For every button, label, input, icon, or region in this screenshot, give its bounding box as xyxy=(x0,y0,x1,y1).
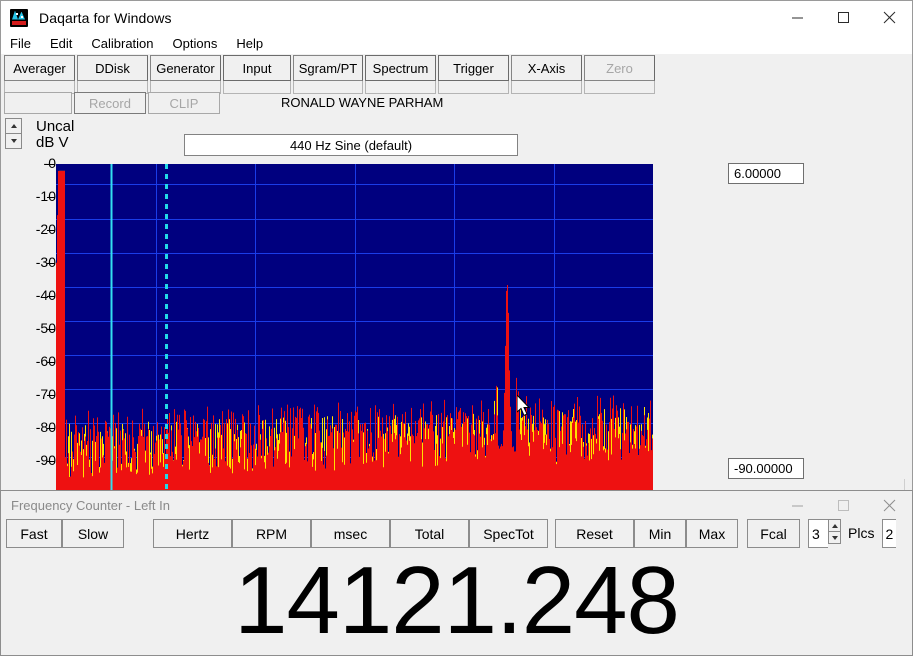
fc-button-hertz[interactable]: Hertz xyxy=(153,519,232,548)
y-axis: -0 -10 -20 -30 -40 -50 -60 -70 -80 -90 xyxy=(1,155,56,491)
fc-button-reset[interactable]: Reset xyxy=(555,519,634,548)
menu-bar: File Edit Calibration Options Help xyxy=(1,34,912,54)
tab-ddisk[interactable]: DDisk xyxy=(77,55,148,81)
fc-button-max[interactable]: Max xyxy=(686,519,738,548)
tab-input[interactable]: Input xyxy=(223,55,291,81)
vertical-units-label: Uncal dB V xyxy=(36,119,74,151)
spin-up-icon[interactable] xyxy=(5,118,22,133)
fc-places-stepper[interactable] xyxy=(828,519,841,544)
close-icon[interactable] xyxy=(866,491,912,519)
spectrum-plot[interactable] xyxy=(56,164,653,491)
title-bar: Daqarta for Windows xyxy=(1,1,912,34)
fc-button-total[interactable]: Total xyxy=(390,519,469,548)
fc-button-min[interactable]: Min xyxy=(634,519,686,548)
menu-item-edit[interactable]: Edit xyxy=(50,34,72,54)
frequency-reading: 14121.248 xyxy=(234,547,680,654)
window-controls xyxy=(774,1,912,34)
tab-generator[interactable]: Generator xyxy=(150,55,221,81)
close-icon[interactable] xyxy=(866,1,912,34)
units-cal-state: Uncal xyxy=(36,118,75,135)
tab-spectrum[interactable]: Spectrum xyxy=(365,55,436,81)
frequency-counter-window: Frequency Counter - Left In Fast Slow He… xyxy=(0,490,913,656)
license-owner-label: RONALD WAYNE PARHAM xyxy=(281,95,444,110)
daqarta-icon xyxy=(10,8,28,27)
menu-item-options[interactable]: Options xyxy=(173,34,218,54)
y-tick-label: -20 xyxy=(35,221,56,237)
fc-button-fcal[interactable]: Fcal xyxy=(747,519,800,548)
substrip-cell xyxy=(293,81,363,94)
preset-title-box[interactable]: 440 Hz Sine (default) xyxy=(184,134,518,156)
status-blank-field xyxy=(4,92,72,114)
minimize-icon[interactable] xyxy=(774,1,820,34)
fc-places-label: Plcs xyxy=(848,525,875,541)
record-button[interactable]: Record xyxy=(74,92,146,114)
tab-averager[interactable]: Averager xyxy=(4,55,75,81)
fc-places-input[interactable]: 3 xyxy=(808,519,828,548)
tab-zero: Zero xyxy=(584,55,655,81)
tab-sgram-pt[interactable]: Sgram/PT xyxy=(293,55,363,81)
y-tick-label: -0 xyxy=(43,155,56,171)
frequency-counter-window-controls xyxy=(774,491,912,519)
y-tick-label: -70 xyxy=(35,386,56,402)
menu-item-help[interactable]: Help xyxy=(236,34,263,54)
maximize-icon[interactable] xyxy=(820,1,866,34)
window-title: Daqarta for Windows xyxy=(39,9,172,26)
y-tick-label: -50 xyxy=(35,320,56,336)
spin-down-icon[interactable] xyxy=(5,133,22,149)
substrip-cell xyxy=(223,81,291,94)
substrip-cell xyxy=(511,81,582,94)
frequency-counter-toolbar: Fast Slow Hertz RPM msec Total SpecTot R… xyxy=(1,519,912,549)
menu-item-calibration[interactable]: Calibration xyxy=(91,34,153,54)
arrow-cursor xyxy=(516,393,533,419)
scale-top-value-input[interactable]: 6.00000 xyxy=(728,163,804,184)
substrip-cell xyxy=(365,81,436,94)
menu-item-file[interactable]: File xyxy=(10,34,31,54)
spin-down-icon[interactable] xyxy=(828,531,841,544)
substrip-cell xyxy=(584,81,655,94)
spectrum-plot-canvas xyxy=(56,164,653,491)
tab-trigger[interactable]: Trigger xyxy=(438,55,509,81)
fc-button-spectot[interactable]: SpecTot xyxy=(469,519,548,548)
tab-x-axis[interactable]: X-Axis xyxy=(511,55,582,81)
screen-root: Daqarta for Windows File Edit Calibratio… xyxy=(0,0,913,656)
y-tick-label: -90 xyxy=(35,452,56,468)
frequency-counter-title: Frequency Counter - Left In xyxy=(11,497,170,513)
scale-bottom-value-input[interactable]: -90.00000 xyxy=(728,458,804,479)
spin-up-icon[interactable] xyxy=(828,519,841,531)
clip-indicator[interactable]: CLIP xyxy=(148,92,220,114)
vertical-scale-stepper[interactable] xyxy=(5,118,22,149)
substrip-cell xyxy=(438,81,509,94)
y-tick-label: -10 xyxy=(35,188,56,204)
fc-button-rpm[interactable]: RPM xyxy=(232,519,311,548)
y-tick-label: -40 xyxy=(35,287,56,303)
maximize-icon[interactable] xyxy=(820,491,866,519)
fc-edge-field[interactable]: 2 xyxy=(882,519,897,548)
units-name: dB V xyxy=(36,134,69,151)
fc-button-msec[interactable]: msec xyxy=(311,519,390,548)
y-tick-label: -80 xyxy=(35,419,56,435)
fc-button-fast[interactable]: Fast xyxy=(6,519,62,548)
tab-bar: Averager DDisk Generator Input Sgram/PT … xyxy=(4,55,657,81)
y-tick-label: -30 xyxy=(35,254,56,270)
minimize-icon[interactable] xyxy=(774,491,820,519)
y-tick-label: -60 xyxy=(35,353,56,369)
record-bar: Record CLIP xyxy=(4,92,220,114)
frequency-counter-title-bar: Frequency Counter - Left In xyxy=(1,491,912,519)
fc-button-slow[interactable]: Slow xyxy=(62,519,124,548)
